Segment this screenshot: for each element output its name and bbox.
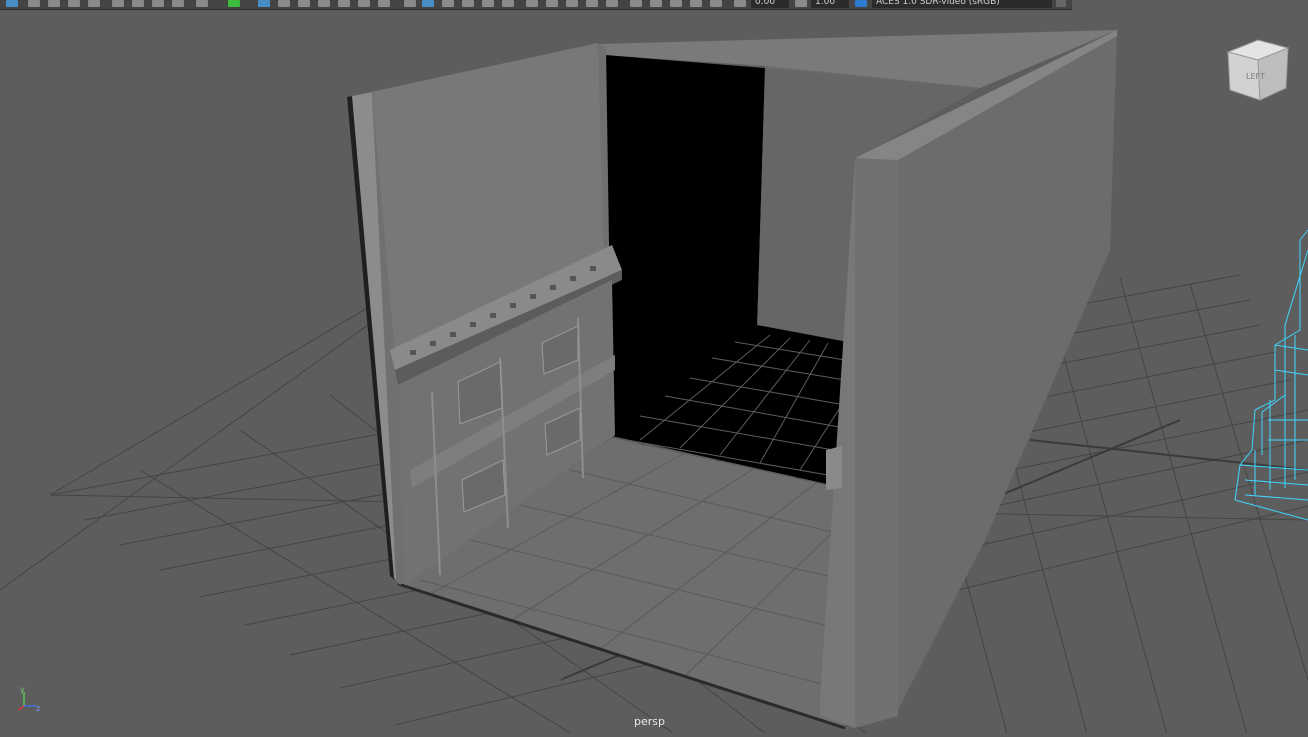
gamma-field[interactable]: 1.00: [811, 0, 849, 8]
camera-name-label: persp: [634, 715, 665, 728]
axis-y-label: y: [20, 685, 25, 694]
view-cube[interactable]: LEFT: [1224, 36, 1290, 104]
view-cube-face-label: LEFT: [1246, 72, 1265, 81]
lasso-icon[interactable]: [650, 0, 662, 7]
exposure-field[interactable]: 0.00: [751, 0, 789, 8]
select-camera-icon[interactable]: [6, 0, 18, 7]
smooth-shade-icon[interactable]: [318, 0, 330, 7]
chevron-down-icon[interactable]: [1056, 0, 1066, 7]
field-chart-icon[interactable]: [228, 0, 240, 7]
shadows-icon[interactable]: [404, 0, 416, 7]
motion-blur-icon[interactable]: [442, 0, 454, 7]
color-space-dropdown[interactable]: ACES 1.0 SDR-video (sRGB): [872, 0, 1052, 8]
gate-mask-icon[interactable]: [196, 0, 208, 7]
hud-icon[interactable]: [606, 0, 618, 7]
viewport-toolbar: 0.00 1.00 ACES 1.0 SDR-video (sRGB): [0, 0, 1072, 10]
door-jamb: [826, 446, 842, 490]
textured-icon[interactable]: [358, 0, 370, 7]
wireframe-icon[interactable]: [298, 0, 310, 7]
rotate-icon[interactable]: [710, 0, 722, 7]
grease-pencil-icon[interactable]: [112, 0, 124, 7]
isolate-select-icon[interactable]: [502, 0, 514, 7]
xray-active-components-icon[interactable]: [546, 0, 558, 7]
xray-icon[interactable]: [526, 0, 538, 7]
film-gate-icon[interactable]: [152, 0, 164, 7]
backface-culling-icon[interactable]: [586, 0, 598, 7]
viewport-scene[interactable]: [0, 0, 1308, 733]
wireframe-on-shaded-icon[interactable]: [338, 0, 350, 7]
grid-icon[interactable]: [132, 0, 144, 7]
select-icon[interactable]: [630, 0, 642, 7]
multisample-aa-icon[interactable]: [462, 0, 474, 7]
lights-icon[interactable]: [378, 0, 390, 7]
depth-of-field-icon[interactable]: [482, 0, 494, 7]
box-right-wall-front: [855, 158, 898, 728]
screen-space-ao-icon[interactable]: [422, 0, 434, 7]
safe-action-icon[interactable]: [258, 0, 270, 7]
move-icon[interactable]: [690, 0, 702, 7]
exposure-icon[interactable]: [734, 0, 746, 7]
axis-z-label: z: [36, 704, 40, 712]
image-plane-icon[interactable]: [68, 0, 80, 7]
perspective-viewport[interactable]: LEFT y z persp: [0, 0, 1308, 733]
resolution-gate-icon[interactable]: [172, 0, 184, 7]
safe-title-icon[interactable]: [278, 0, 290, 7]
color-management-icon[interactable]: [855, 0, 867, 7]
xray-joints-icon[interactable]: [566, 0, 578, 7]
axis-gizmo: y z: [17, 685, 40, 712]
bookmarks-icon[interactable]: [48, 0, 60, 7]
camera-attributes-icon[interactable]: [28, 0, 40, 7]
2d-pan-zoom-icon[interactable]: [88, 0, 100, 7]
paint-select-icon[interactable]: [670, 0, 682, 7]
gamma-icon[interactable]: [795, 0, 807, 7]
